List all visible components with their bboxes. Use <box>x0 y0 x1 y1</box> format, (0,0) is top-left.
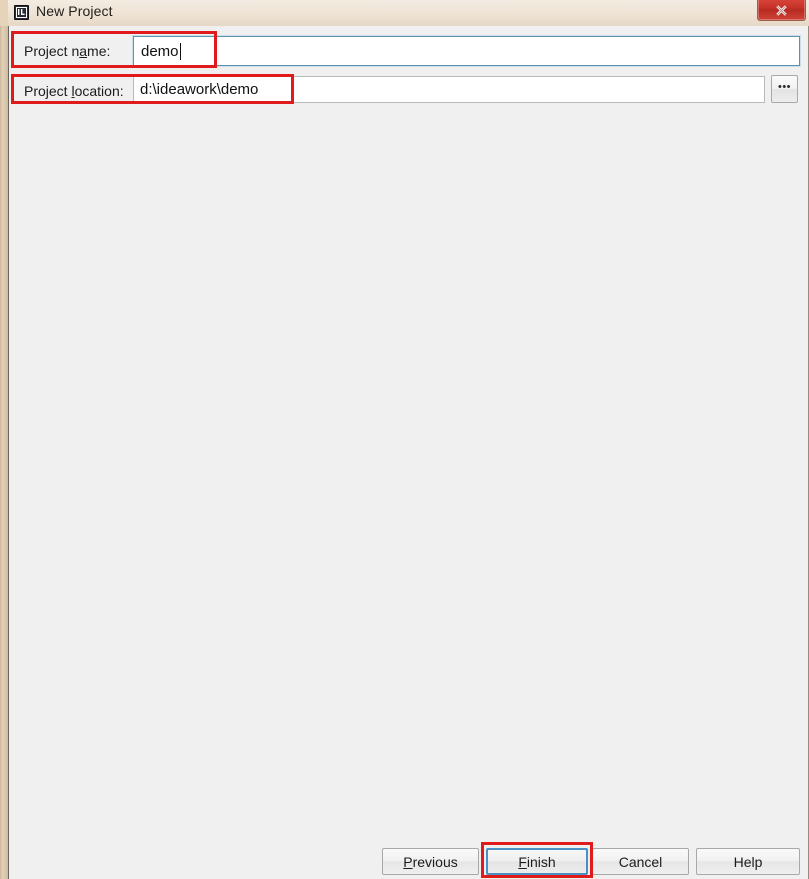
project-name-value: demo <box>141 42 179 60</box>
desktop-left-strip <box>0 26 8 879</box>
dialog-titlebar[interactable]: New Project <box>8 0 809 26</box>
project-location-row: Project location: d:\ideawork\demo ••• <box>9 74 808 110</box>
new-project-dialog: New Project Project name: demo Project l… <box>8 0 809 879</box>
previous-button-label: revious <box>412 853 458 870</box>
finish-button[interactable]: Finish <box>486 848 588 875</box>
finish-button-label: inish <box>526 853 556 870</box>
project-name-label-after: me: <box>87 43 111 59</box>
intellij-idea-icon <box>14 5 29 20</box>
project-location-label-before: Project <box>24 83 72 99</box>
previous-button-mnemonic: P <box>403 853 413 870</box>
project-name-row: Project name: demo <box>9 34 808 70</box>
cancel-button[interactable]: Cancel <box>592 848 689 875</box>
project-location-input[interactable]: d:\ideawork\demo <box>133 76 765 103</box>
close-icon <box>776 4 787 16</box>
help-button[interactable]: Help <box>696 848 800 875</box>
dialog-footer: Previous Finish Cancel Help <box>9 844 808 878</box>
project-location-value: d:\ideawork\demo <box>140 81 259 98</box>
previous-button[interactable]: Previous <box>382 848 479 875</box>
project-name-label-before: Project n <box>24 43 80 59</box>
browse-folder-button[interactable]: ••• <box>771 75 798 103</box>
project-name-label-mnemonic: a <box>79 43 88 59</box>
project-name-label: Project name: <box>24 43 110 59</box>
project-location-label: Project location: <box>24 83 124 99</box>
project-location-label-after: ocation: <box>74 83 124 99</box>
dialog-title: New Project <box>36 3 113 19</box>
text-caret <box>179 42 181 60</box>
finish-button-mnemonic: F <box>518 853 527 870</box>
close-button[interactable] <box>757 0 806 21</box>
cancel-button-label: Cancel <box>618 853 663 870</box>
project-name-input[interactable]: demo <box>133 36 800 66</box>
dialog-content: Project name: demo Project location: d:\… <box>8 26 809 879</box>
help-button-label: Help <box>733 853 763 870</box>
